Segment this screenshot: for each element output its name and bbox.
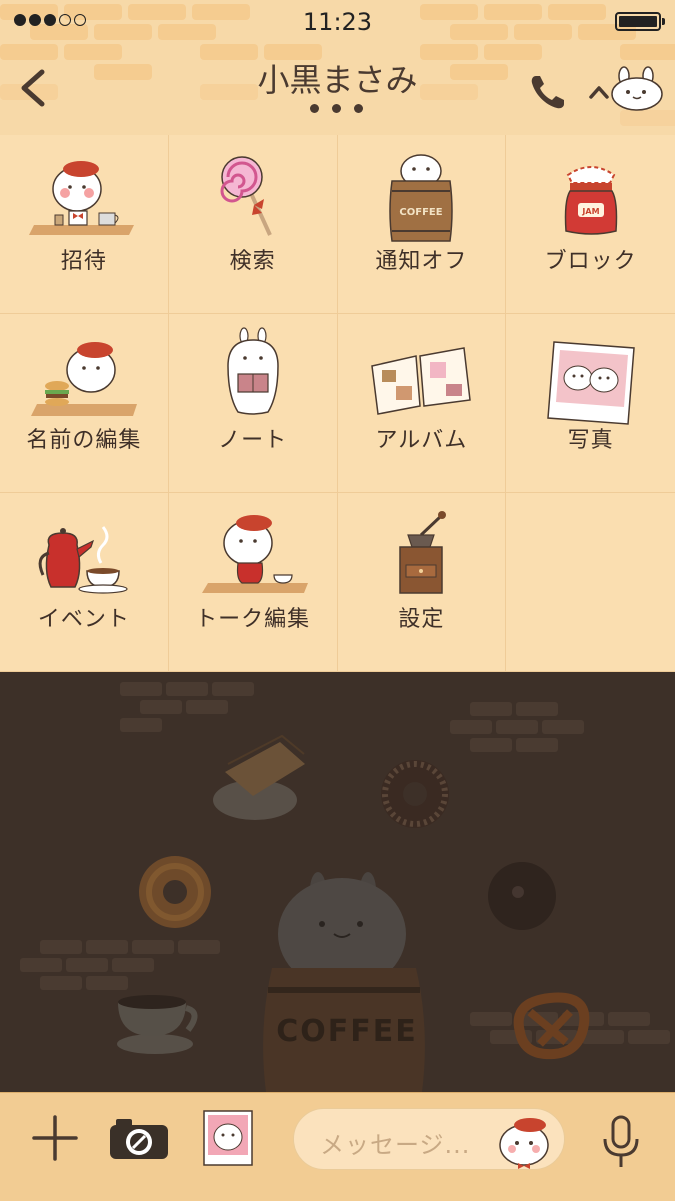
plus-icon[interactable]	[30, 1113, 80, 1163]
menu-empty-cell	[506, 493, 675, 672]
back-arrow-icon[interactable]	[14, 66, 58, 110]
coffee-barrel-icon: COFFEE	[389, 154, 454, 242]
sticker-icon[interactable]	[494, 1111, 556, 1171]
battery-icon	[615, 12, 665, 31]
menu-item-search[interactable]: 検索	[168, 135, 338, 314]
menu-item-events[interactable]: イベント	[0, 493, 169, 672]
menu-item-label: イベント	[37, 607, 130, 632]
menu-item-label: 通知オフ	[375, 249, 468, 274]
mascot-cafe-icon	[28, 161, 134, 235]
mascot-sticker-icon[interactable]	[610, 66, 665, 112]
coffee-grinder-icon	[399, 511, 447, 594]
menu-item-label: 設定	[398, 607, 445, 632]
menu-item-label: 検索	[229, 249, 276, 274]
status-time: 11:23	[302, 8, 373, 36]
menu-item-label: 写真	[567, 428, 614, 453]
input-bar: メッセージ...	[0, 1092, 675, 1201]
menu-item-label: ノート	[218, 428, 288, 453]
menu-item-label: トーク編集	[195, 607, 311, 632]
more-dots-icon[interactable]	[310, 104, 363, 113]
menu-item-photos[interactable]: 写真	[506, 314, 675, 493]
menu-item-notifications-off[interactable]: COFFEE 通知オフ	[337, 135, 507, 314]
photo-gallery-icon[interactable]	[202, 1109, 254, 1167]
message-input[interactable]: メッセージ...	[293, 1108, 565, 1170]
menu-item-edit-name[interactable]: 名前の編集	[0, 314, 169, 493]
menu-item-notes[interactable]: ノート	[168, 314, 338, 493]
top-bar: 11:23 小黒まさみ	[0, 0, 675, 135]
svg-text:COFFEE: COFFEE	[400, 207, 443, 218]
menu-item-edit-chat[interactable]: トーク編集	[168, 493, 338, 672]
menu-item-settings[interactable]: 設定	[337, 493, 507, 672]
menu-item-label: 名前の編集	[26, 428, 142, 453]
chat-title[interactable]: 小黒まさみ	[150, 55, 525, 101]
microphone-icon[interactable]	[600, 1115, 642, 1171]
menu-item-label: アルバム	[375, 428, 468, 453]
teapot-icon	[38, 526, 128, 594]
chat-area[interactable]: COFFEE	[0, 672, 675, 1092]
jam-jar-icon: JAM	[564, 166, 617, 235]
menu-item-label: ブロック	[544, 249, 637, 274]
mascot-burger-icon	[30, 342, 137, 416]
photo-album-icon	[371, 347, 472, 415]
status-bar: 11:23	[0, 0, 675, 44]
chat-menu-grid: 招待 検索 COFFEE 通知オフ JAM ブロック 名前の編集 ノート アルバ…	[0, 135, 675, 672]
menu-item-block[interactable]: JAM ブロック	[506, 135, 675, 314]
message-placeholder: メッセージ...	[320, 1131, 471, 1159]
polaroid-icon	[546, 341, 635, 425]
svg-text:JAM: JAM	[581, 207, 599, 216]
menu-item-invite[interactable]: 招待	[0, 135, 169, 314]
chevron-up-icon[interactable]	[588, 84, 610, 100]
phone-icon[interactable]	[528, 72, 568, 112]
menu-item-label: 招待	[60, 249, 107, 274]
camera-icon[interactable]	[108, 1117, 170, 1161]
lollipop-icon	[220, 156, 272, 236]
mascot-tea-icon	[201, 515, 308, 593]
mascot-reading-icon	[226, 327, 279, 415]
menu-item-album[interactable]: アルバム	[337, 314, 507, 493]
barrel-text: COFFEE	[276, 1014, 418, 1049]
